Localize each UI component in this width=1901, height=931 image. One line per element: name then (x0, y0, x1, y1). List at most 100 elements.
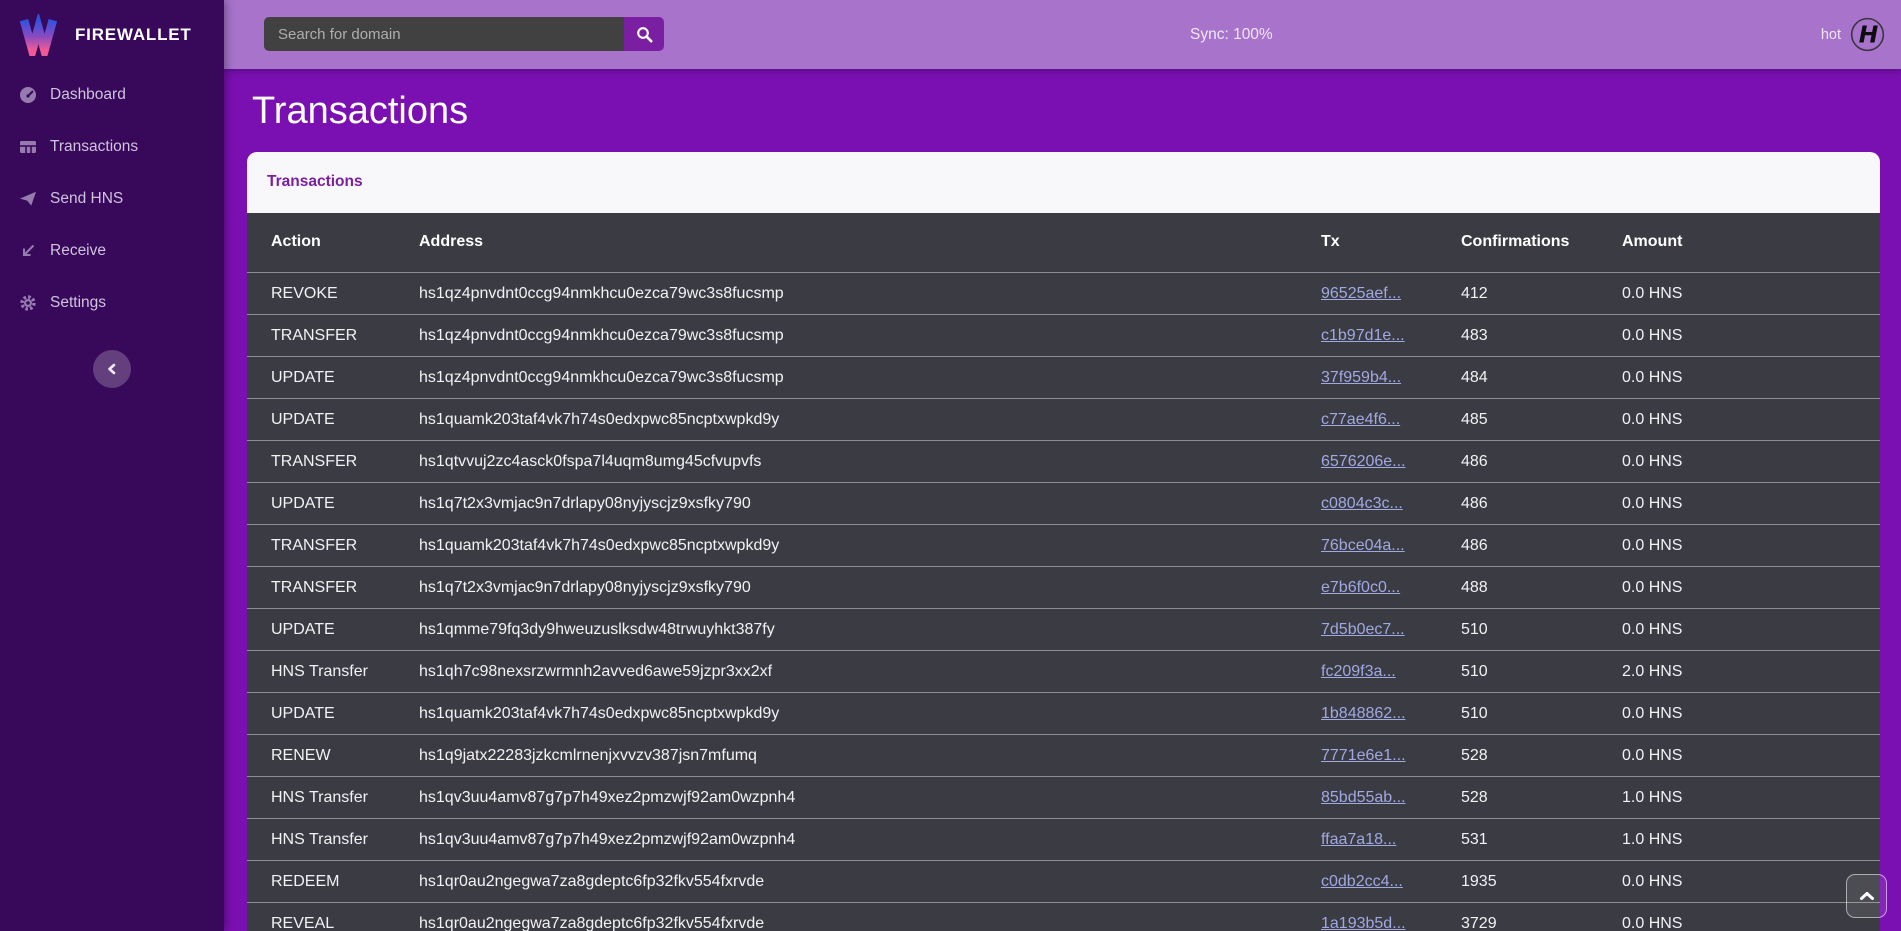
tx-link[interactable]: c77ae4f6... (1321, 411, 1400, 428)
firewallet-w-logo-icon (17, 14, 59, 56)
tx-cell: 37f959b4... (1321, 357, 1461, 399)
action-cell: HNS Transfer (247, 819, 419, 861)
amount-cell: 0.0 HNS (1622, 903, 1880, 931)
confirmations-cell: 483 (1461, 315, 1622, 357)
tx-cell: c0804c3c... (1321, 483, 1461, 525)
search-icon (636, 26, 653, 43)
action-cell: TRANSFER (247, 567, 419, 609)
table-row: REVEALhs1qr0au2ngegwa7za8gdeptc6fp32fkv5… (247, 903, 1880, 931)
table-row: HNS Transferhs1qv3uu4amv87g7p7h49xez2pmz… (247, 777, 1880, 819)
tx-link[interactable]: c0db2cc4... (1321, 873, 1403, 890)
transactions-panel: Transactions Action Address Tx Confirmat… (247, 152, 1880, 931)
sidebar-item-label: Transactions (50, 138, 138, 156)
tx-link[interactable]: 7771e6e1... (1321, 747, 1406, 764)
confirmations-cell: 528 (1461, 777, 1622, 819)
sidebar-item-label: Dashboard (50, 86, 126, 104)
sidebar-item-label: Settings (50, 294, 106, 312)
address-cell: hs1qv3uu4amv87g7p7h49xez2pmzwjf92am0wzpn… (419, 819, 1321, 861)
sidebar-item-dashboard[interactable]: Dashboard (0, 69, 224, 121)
amount-cell: 1.0 HNS (1622, 819, 1880, 861)
table-row: TRANSFERhs1qz4pnvdnt0ccg94nmkhcu0ezca79w… (247, 315, 1880, 357)
sidebar-item-label: Receive (50, 242, 106, 260)
tx-cell: 7d5b0ec7... (1321, 609, 1461, 651)
scroll-to-top-button[interactable] (1846, 874, 1887, 918)
transactions-table-body: REVOKEhs1qz4pnvdnt0ccg94nmkhcu0ezca79wc3… (247, 273, 1880, 931)
address-cell: hs1q7t2x3vmjac9n7drlapy08nyjyscjz9xsfky7… (419, 483, 1321, 525)
address-cell: hs1qz4pnvdnt0ccg94nmkhcu0ezca79wc3s8fucs… (419, 357, 1321, 399)
table-row: HNS Transferhs1qh7c98nexsrzwrmnh2avved6a… (247, 651, 1880, 693)
table-row: UPDATEhs1q7t2x3vmjac9n7drlapy08nyjyscjz9… (247, 483, 1880, 525)
panel-header: Transactions (247, 152, 1880, 213)
table-row: REVOKEhs1qz4pnvdnt0ccg94nmkhcu0ezca79wc3… (247, 273, 1880, 315)
column-header-confirmations: Confirmations (1461, 213, 1622, 273)
confirmations-cell: 486 (1461, 441, 1622, 483)
confirmations-cell: 510 (1461, 651, 1622, 693)
action-cell: UPDATE (247, 483, 419, 525)
tx-link[interactable]: 96525aef... (1321, 285, 1401, 302)
transactions-table-icon (18, 138, 37, 157)
table-row: REDEEMhs1qr0au2ngegwa7za8gdeptc6fp32fkv5… (247, 861, 1880, 903)
tx-link[interactable]: c1b97d1e... (1321, 327, 1405, 344)
table-row: UPDATEhs1quamk203taf4vk7h74s0edxpwc85ncp… (247, 399, 1880, 441)
page-title: Transactions (252, 89, 1901, 135)
amount-cell: 0.0 HNS (1622, 357, 1880, 399)
search-input[interactable] (264, 17, 624, 51)
column-header-amount: Amount (1622, 213, 1880, 273)
confirmations-cell: 510 (1461, 693, 1622, 735)
table-header-row: Action Address Tx Confirmations Amount (247, 213, 1880, 273)
sidebar: FIREWALLET Dashboard Tran (0, 0, 224, 931)
tx-link[interactable]: 1a193b5d... (1321, 915, 1406, 931)
column-header-action: Action (247, 213, 419, 273)
table-row: TRANSFERhs1qtvvuj2zc4asck0fspa7l4uqm8umg… (247, 441, 1880, 483)
tx-link[interactable]: 76bce04a... (1321, 537, 1405, 554)
action-cell: UPDATE (247, 399, 419, 441)
confirmations-cell: 486 (1461, 483, 1622, 525)
tx-cell: c1b97d1e... (1321, 315, 1461, 357)
tx-link[interactable]: 7d5b0ec7... (1321, 621, 1405, 638)
sidebar-item-send-hns[interactable]: Send HNS (0, 173, 224, 225)
amount-cell: 0.0 HNS (1622, 441, 1880, 483)
chevron-left-icon (105, 362, 119, 376)
sidebar-item-receive[interactable]: Receive (0, 225, 224, 277)
sidebar-item-transactions[interactable]: Transactions (0, 121, 224, 173)
confirmations-cell: 486 (1461, 525, 1622, 567)
sidebar-nav: Dashboard Transactions Send HNS (0, 69, 224, 329)
confirmations-cell: 531 (1461, 819, 1622, 861)
tx-cell: 7771e6e1... (1321, 735, 1461, 777)
confirmations-cell: 412 (1461, 273, 1622, 315)
tx-cell: fc209f3a... (1321, 651, 1461, 693)
address-cell: hs1quamk203taf4vk7h74s0edxpwc85ncptxwpkd… (419, 525, 1321, 567)
sidebar-collapse-button[interactable] (93, 350, 131, 388)
tx-link[interactable]: 6576206e... (1321, 453, 1406, 470)
address-cell: hs1q9jatx22283jzkcmlrnenjxvvzv387jsn7mfu… (419, 735, 1321, 777)
amount-cell: 0.0 HNS (1622, 525, 1880, 567)
wallet-box: hot H (1821, 0, 1885, 69)
tx-link[interactable]: ffaa7a18... (1321, 831, 1396, 848)
sidebar-item-label: Send HNS (50, 190, 123, 208)
panel-title: Transactions (267, 173, 363, 191)
handshake-logo-icon[interactable]: H (1850, 17, 1885, 52)
tx-cell: 85bd55ab... (1321, 777, 1461, 819)
search-button[interactable] (624, 17, 664, 51)
address-cell: hs1quamk203taf4vk7h74s0edxpwc85ncptxwpkd… (419, 693, 1321, 735)
amount-cell: 0.0 HNS (1622, 861, 1880, 903)
tx-link[interactable]: 37f959b4... (1321, 369, 1401, 386)
confirmations-cell: 1935 (1461, 861, 1622, 903)
tx-link[interactable]: 85bd55ab... (1321, 789, 1406, 806)
action-cell: HNS Transfer (247, 651, 419, 693)
domain-search (264, 17, 664, 51)
action-cell: REDEEM (247, 861, 419, 903)
confirmations-cell: 528 (1461, 735, 1622, 777)
address-cell: hs1qr0au2ngegwa7za8gdeptc6fp32fkv554fxrv… (419, 903, 1321, 931)
tx-link[interactable]: fc209f3a... (1321, 663, 1396, 680)
tx-link[interactable]: 1b848862... (1321, 705, 1406, 722)
table-row: UPDATEhs1qz4pnvdnt0ccg94nmkhcu0ezca79wc3… (247, 357, 1880, 399)
chevron-up-icon (1859, 891, 1875, 901)
svg-text:H: H (1859, 20, 1879, 48)
column-header-tx: Tx (1321, 213, 1461, 273)
table-row: UPDATEhs1quamk203taf4vk7h74s0edxpwc85ncp… (247, 693, 1880, 735)
sidebar-item-settings[interactable]: Settings (0, 277, 224, 329)
tx-link[interactable]: e7b6f0c0... (1321, 579, 1400, 596)
action-cell: TRANSFER (247, 315, 419, 357)
tx-link[interactable]: c0804c3c... (1321, 495, 1403, 512)
